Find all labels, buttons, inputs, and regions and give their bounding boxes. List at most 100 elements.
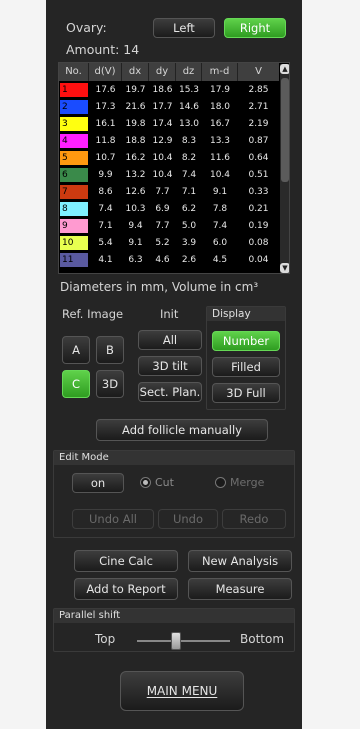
table-cell: 13.3: [209, 136, 231, 146]
follicle-number-cell: 5: [60, 151, 88, 165]
table-row[interactable]: 8 7.4 10.3 6.9 6.2 7.8 0.21: [59, 201, 279, 217]
column-header[interactable]: dy: [149, 63, 176, 81]
table-scrollbar[interactable]: ▲ ▼: [280, 64, 289, 273]
parallel-shift-title: Parallel shift: [54, 609, 294, 623]
ovary-right-button[interactable]: Right: [224, 18, 286, 38]
table-cell: 18.6: [152, 85, 173, 95]
table-cell: 6.2: [181, 204, 197, 214]
ref-b-button[interactable]: B: [96, 336, 124, 364]
table-cell: 9.1: [212, 187, 228, 197]
main-menu-button[interactable]: MAIN MENU: [120, 671, 244, 711]
units-note: Diameters in mm, Volume in cm³: [60, 280, 259, 294]
bottom-label: Bottom: [240, 632, 285, 646]
table-cell: 21.6: [125, 102, 146, 112]
table-cell: 4.5: [212, 255, 228, 265]
table-row[interactable]: 3 16.1 19.8 17.4 13.0 16.7 2.19: [59, 116, 279, 132]
table-cell: 19.8: [125, 119, 146, 129]
parallel-slider-thumb[interactable]: [171, 632, 182, 650]
column-header[interactable]: dz: [176, 63, 202, 81]
table-cell: 7.8: [212, 204, 228, 214]
table-cell: 10.4: [152, 170, 173, 180]
merge-radio[interactable]: [215, 477, 226, 488]
table-row[interactable]: 10 5.4 9.1 5.2 3.9 6.0 0.08: [59, 235, 279, 251]
redo-button[interactable]: Redo: [222, 509, 286, 529]
display-number-button[interactable]: Number: [212, 331, 280, 351]
column-header[interactable]: m-d: [202, 63, 238, 81]
column-header[interactable]: d(V): [89, 63, 122, 81]
follicle-table[interactable]: No. d(V) dx dy dz m-d V 1 17.6 19.7 18.6 15.…: [58, 62, 290, 274]
table-cell: 2.85: [248, 85, 269, 95]
table-cell: 0.51: [248, 170, 269, 180]
edit-mode-group: Edit Mode on Cut Merge Undo All Undo Red…: [53, 450, 295, 538]
display-3d-full-button[interactable]: 3D Full: [212, 383, 280, 403]
table-cell: 2.71: [248, 102, 269, 112]
ovary-label: Ovary:: [66, 20, 107, 35]
table-cell: 17.6: [95, 85, 116, 95]
table-row[interactable]: 11 4.1 6.3 4.6 2.6 4.5 0.04: [59, 252, 279, 268]
follicle-number-cell: 4: [60, 134, 88, 148]
follicle-number-cell: 11: [60, 253, 88, 267]
table-row[interactable]: 2 17.3 21.6 17.7 14.6 18.0 2.71: [59, 99, 279, 115]
table-cell: 0.21: [248, 204, 269, 214]
undo-button[interactable]: Undo: [158, 509, 218, 529]
ref-3d-button[interactable]: 3D: [96, 370, 124, 398]
table-cell: 5.4: [98, 238, 113, 248]
table-row[interactable]: 5 10.7 16.2 10.4 8.2 11.6 0.64: [59, 150, 279, 166]
table-cell: 17.4: [152, 119, 173, 129]
init-3d-tilt-button[interactable]: 3D tilt: [138, 356, 202, 376]
table-cell: 0.64: [248, 153, 269, 163]
table-cell: 13.0: [178, 119, 200, 129]
scroll-up-icon[interactable]: ▲: [280, 64, 289, 74]
cut-radio[interactable]: [140, 477, 151, 488]
table-cell: 14.6: [178, 102, 200, 112]
table-cell: 11.8: [95, 136, 116, 146]
table-cell: 17.9: [209, 85, 231, 95]
display-group: Display Number Filled 3D Full: [206, 306, 286, 410]
measure-button[interactable]: Measure: [188, 578, 292, 600]
table-cell: 9.9: [98, 170, 113, 180]
ref-c-button[interactable]: C: [62, 370, 90, 398]
table-cell: 4.1: [98, 255, 113, 265]
table-row[interactable]: 6 9.9 13.2 10.4 7.4 10.4 0.51: [59, 167, 279, 183]
table-row[interactable]: 4 11.8 18.8 12.9 8.3 13.3 0.87: [59, 133, 279, 149]
table-cell: 0.87: [248, 136, 269, 146]
add-to-report-button[interactable]: Add to Report: [74, 578, 178, 600]
ref-a-button[interactable]: A: [62, 336, 90, 364]
table-header: No. d(V) dx dy dz m-d V: [59, 63, 279, 81]
table-cell: 17.3: [95, 102, 116, 112]
cut-label: Cut: [155, 476, 174, 489]
follicle-number-cell: 10: [60, 236, 88, 250]
table-cell: 6.0: [212, 238, 228, 248]
parallel-slider-track[interactable]: [137, 640, 230, 642]
column-header[interactable]: V: [238, 63, 279, 81]
table-cell: 12.6: [125, 187, 146, 197]
table-row[interactable]: 1 17.6 19.7 18.6 15.3 17.9 2.85: [59, 82, 279, 98]
scroll-thumb[interactable]: [281, 78, 289, 182]
table-cell: 16.1: [95, 119, 116, 129]
init-sect-plan-button[interactable]: Sect. Plan.: [138, 382, 202, 402]
undo-all-button[interactable]: Undo All: [72, 509, 154, 529]
edit-mode-title: Edit Mode: [54, 451, 294, 465]
table-cell: 18.0: [209, 102, 231, 112]
table-cell: 7.1: [181, 187, 197, 197]
init-all-button[interactable]: All: [138, 330, 202, 350]
table-cell: 12.9: [152, 136, 173, 146]
display-filled-button[interactable]: Filled: [212, 357, 280, 377]
scroll-down-icon[interactable]: ▼: [280, 263, 289, 273]
display-title: Display: [207, 307, 285, 321]
follicle-number-cell: 8: [60, 202, 88, 216]
follicle-number-cell: 2: [60, 100, 88, 114]
column-header[interactable]: No.: [59, 63, 89, 81]
table-cell: 16.7: [209, 119, 231, 129]
edit-on-button[interactable]: on: [72, 473, 124, 493]
ovary-left-button[interactable]: Left: [153, 18, 215, 38]
column-header[interactable]: dx: [122, 63, 149, 81]
table-row[interactable]: 9 7.1 9.4 7.7 5.0 7.4 0.19: [59, 218, 279, 234]
table-cell: 8.3: [181, 136, 197, 146]
new-analysis-button[interactable]: New Analysis: [188, 550, 292, 572]
add-follicle-button[interactable]: Add follicle manually: [96, 419, 268, 441]
table-cell: 9.1: [128, 238, 143, 248]
cine-calc-button[interactable]: Cine Calc: [74, 550, 178, 572]
table-cell: 7.4: [181, 170, 197, 180]
table-row[interactable]: 7 8.6 12.6 7.7 7.1 9.1 0.33: [59, 184, 279, 200]
